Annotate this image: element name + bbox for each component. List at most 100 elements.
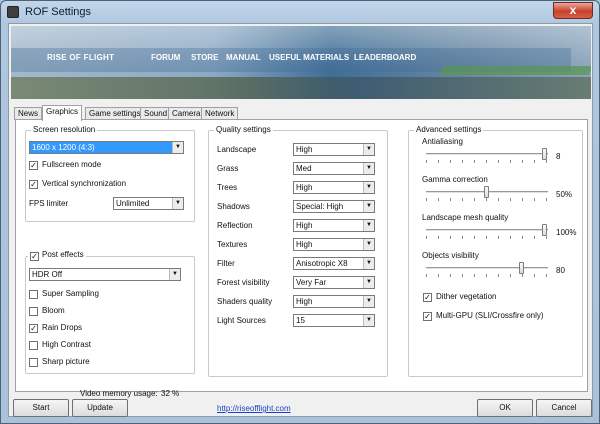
textures-select[interactable]: High ▼ (293, 238, 375, 251)
dither-vegetation-label: Dither vegetation (436, 292, 497, 301)
shadows-value: Special: High (296, 202, 344, 211)
nav-useful-materials[interactable]: USEFUL MATERIALS (269, 53, 349, 62)
chevron-down-icon[interactable]: ▼ (363, 144, 374, 155)
client-area: RISE OF FLIGHT FORUM STORE MANUAL USEFUL… (8, 23, 593, 417)
video-memory-value: 32 % (161, 389, 180, 398)
objects-visibility-slider[interactable] (426, 261, 548, 281)
chevron-down-icon[interactable]: ▼ (363, 258, 374, 269)
high-contrast-checkbox[interactable] (29, 341, 38, 350)
grass-select[interactable]: Med ▼ (293, 162, 375, 175)
slider-track[interactable] (426, 267, 548, 269)
slider-tick (450, 274, 451, 277)
close-button[interactable]: x (553, 2, 593, 19)
shadows-select[interactable]: Special: High ▼ (293, 200, 375, 213)
banner-logo: RISE OF FLIGHT (47, 53, 115, 62)
chevron-down-icon[interactable]: ▼ (363, 220, 374, 231)
bloom-label: Bloom (42, 306, 65, 315)
gamma-correction-label: Gamma correction (422, 175, 488, 184)
multi-gpu-label: Multi-GPU (SLI/Crossfire only) (436, 311, 544, 320)
antialiasing-value: 8 (556, 152, 561, 161)
forest-visibility-select[interactable]: Very Far ▼ (293, 276, 375, 289)
advanced-settings-group: Advanced settings Antialiasing 8 Gamma c… (408, 125, 583, 377)
screen-resolution-title: Screen resolution (31, 125, 98, 134)
slider-track[interactable] (426, 153, 548, 155)
chevron-down-icon[interactable]: ▼ (363, 239, 374, 250)
antialiasing-slider[interactable] (426, 147, 548, 167)
quality-settings-title: Quality settings (214, 125, 273, 134)
chevron-down-icon[interactable]: ▼ (363, 201, 374, 212)
super-sampling-label: Super Sampling (42, 289, 99, 298)
landscape-select[interactable]: High ▼ (293, 143, 375, 156)
nav-leaderboard[interactable]: LEADERBOARD (354, 53, 416, 62)
update-button[interactable]: Update (72, 399, 128, 417)
slider-thumb[interactable] (542, 224, 547, 236)
slider-tick (546, 160, 547, 163)
slider-tick (534, 160, 535, 163)
high-contrast-label: High Contrast (42, 340, 91, 349)
vsync-label: Vertical synchronization (42, 179, 127, 188)
bloom-checkbox[interactable] (29, 307, 38, 316)
landscape-value: High (296, 145, 313, 154)
banner: RISE OF FLIGHT FORUM STORE MANUAL USEFUL… (11, 26, 591, 99)
light-sources-select[interactable]: 15 ▼ (293, 314, 375, 327)
slider-tick (450, 236, 451, 239)
rain-drops-checkbox[interactable]: ✓ (29, 324, 38, 333)
nav-store[interactable]: STORE (191, 53, 218, 62)
landscape-mesh-quality-label: Landscape mesh quality (422, 213, 509, 222)
cancel-button[interactable]: Cancel (536, 399, 592, 417)
reflection-select[interactable]: High ▼ (293, 219, 375, 232)
website-link[interactable]: http://riseofflight.com (217, 404, 291, 413)
chevron-down-icon[interactable]: ▼ (363, 277, 374, 288)
chevron-down-icon[interactable]: ▼ (169, 269, 180, 280)
slider-tick (498, 236, 499, 239)
slider-tick (438, 274, 439, 277)
slider-tick (426, 160, 427, 163)
forest-visibility-value: Very Far (296, 278, 327, 287)
screen-resolution-group: Screen resolution 1600 x 1200 (4:3) ▼ ✓ … (25, 125, 195, 222)
vsync-checkbox[interactable]: ✓ (29, 180, 38, 189)
slider-track[interactable] (426, 229, 548, 231)
slider-tick (450, 198, 451, 201)
slider-thumb[interactable] (542, 148, 547, 160)
filter-select[interactable]: Anisotropic X8 ▼ (293, 257, 375, 270)
slider-tick (534, 236, 535, 239)
slider-tick (462, 198, 463, 201)
slider-thumb[interactable] (519, 262, 524, 274)
resolution-select[interactable]: 1600 x 1200 (4:3) ▼ (29, 141, 184, 154)
tab-graphics[interactable]: Graphics (42, 105, 83, 121)
grass-value: Med (296, 164, 312, 173)
fps-limiter-select[interactable]: Unlimited ▼ (113, 197, 184, 210)
hdr-value: HDR Off (32, 270, 63, 279)
window-title: ROF Settings (25, 6, 92, 18)
chevron-down-icon[interactable]: ▼ (363, 315, 374, 326)
chevron-down-icon[interactable]: ▼ (172, 142, 183, 153)
slider-tick (510, 236, 511, 239)
trees-select[interactable]: High ▼ (293, 181, 375, 194)
landscape-mesh-quality-slider[interactable] (426, 223, 548, 243)
chevron-down-icon[interactable]: ▼ (363, 296, 374, 307)
chevron-down-icon[interactable]: ▼ (363, 163, 374, 174)
nav-manual[interactable]: MANUAL (226, 53, 261, 62)
chevron-down-icon[interactable]: ▼ (172, 198, 183, 209)
quality-label-filter: Filter (217, 259, 235, 268)
slider-tick (474, 160, 475, 163)
sharp-picture-checkbox[interactable] (29, 358, 38, 367)
nav-forum[interactable]: FORUM (151, 53, 180, 62)
slider-tick (462, 274, 463, 277)
slider-tick (510, 160, 511, 163)
chevron-down-icon[interactable]: ▼ (363, 182, 374, 193)
gamma-correction-slider[interactable] (426, 185, 548, 205)
fullscreen-checkbox[interactable]: ✓ (29, 161, 38, 170)
quality-label-grass: Grass (217, 164, 239, 173)
hdr-select[interactable]: HDR Off ▼ (29, 268, 181, 281)
shaders-quality-select[interactable]: High ▼ (293, 295, 375, 308)
ok-button[interactable]: OK (477, 399, 533, 417)
slider-thumb[interactable] (484, 186, 489, 198)
slider-tick (498, 160, 499, 163)
start-button[interactable]: Start (13, 399, 69, 417)
multi-gpu-checkbox[interactable]: ✓ (423, 312, 432, 321)
super-sampling-checkbox[interactable] (29, 290, 38, 299)
post-effects-checkbox[interactable]: ✓ (30, 252, 39, 261)
dither-vegetation-checkbox[interactable]: ✓ (423, 293, 432, 302)
quality-label-landscape: Landscape (217, 145, 257, 154)
